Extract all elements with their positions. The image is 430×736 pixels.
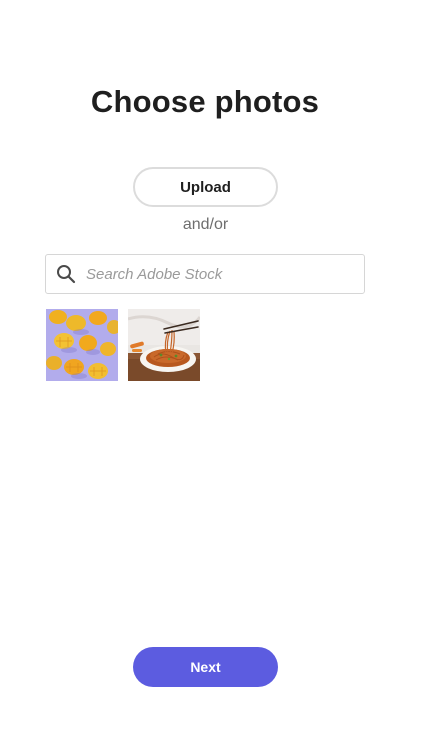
mango-photo-thumbnail [46, 309, 118, 381]
and-or-separator: and/or [182, 216, 229, 233]
photo-thumbnail-noodles[interactable] [128, 309, 200, 381]
noodles-photo-thumbnail [128, 309, 200, 381]
search-icon [46, 255, 86, 293]
choose-photos-screen: Choose photos Upload and/or Search Adobe… [0, 0, 430, 736]
upload-button[interactable]: Upload [133, 167, 278, 207]
search-box[interactable] [45, 254, 365, 294]
search-input[interactable] [86, 256, 364, 292]
page-title: Choose photos [90, 84, 320, 119]
next-button[interactable]: Next [133, 647, 278, 687]
photo-thumbnail-mangoes[interactable] [46, 309, 118, 381]
